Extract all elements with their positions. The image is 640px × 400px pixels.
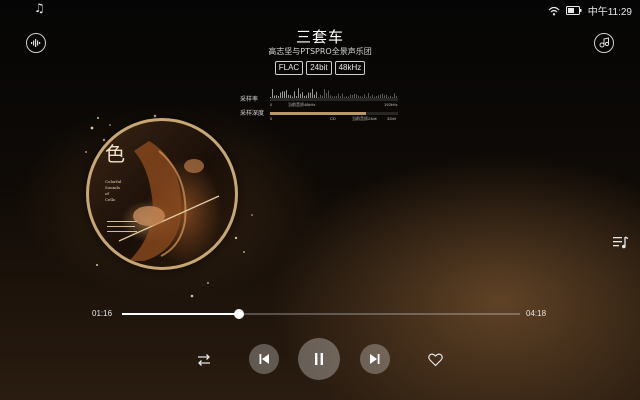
bit-depth-track xyxy=(270,112,398,115)
sample-rate-badge: 48kHz xyxy=(334,61,366,75)
sample-rate-row: 采样率 0 当前音质48kHz 192kHz xyxy=(240,88,400,107)
sample-rate-label: 采样率 xyxy=(240,97,259,103)
progress-thumb[interactable] xyxy=(234,309,245,319)
bit-depth-badge: 24bit xyxy=(306,61,332,75)
album-cover-image: 色 Colorful Sounds of Cello xyxy=(105,141,220,261)
waveform-bar xyxy=(294,91,295,98)
waveform-bar xyxy=(272,88,273,98)
bit-depth-row: 采样深度 0 CD 当前音质24bit 32bit xyxy=(240,108,400,121)
next-button[interactable] xyxy=(360,344,390,374)
audio-spec-panel: 采样率 0 当前音质48kHz 192kHz 采样深度 0 CD 当前音质24b… xyxy=(240,88,400,122)
previous-icon xyxy=(259,354,269,364)
song-title: 三套车 xyxy=(295,28,344,46)
battery-icon xyxy=(565,6,582,15)
svg-text:Sounds: Sounds xyxy=(105,185,120,190)
waveform-bar xyxy=(328,90,329,98)
waveform-bar xyxy=(298,88,299,98)
music-note-icon: ♫ xyxy=(34,1,45,15)
bit-depth-current: 当前音质24bit xyxy=(352,116,377,121)
repeat-button[interactable] xyxy=(194,350,214,370)
bit-depth-label: 采样深度 xyxy=(240,111,265,117)
format-badge: FLAC xyxy=(274,61,304,75)
sample-rate-track xyxy=(270,98,398,101)
bit-depth-min: 0 xyxy=(270,116,273,121)
waveform-bar xyxy=(286,90,287,98)
pause-button[interactable] xyxy=(298,338,340,380)
svg-text:Cello: Cello xyxy=(105,197,116,202)
waveform-bar xyxy=(324,89,325,98)
bit-depth-cd: CD xyxy=(330,116,336,121)
next-icon xyxy=(370,354,380,364)
repeat-icon xyxy=(198,354,210,366)
sample-rate-min: 0 xyxy=(270,102,273,107)
wifi-icon xyxy=(548,6,560,16)
bit-depth-max: 32bit xyxy=(387,116,396,121)
status-time: 中午11:29 xyxy=(587,7,632,18)
svg-text:of: of xyxy=(105,191,109,196)
playlist-icon[interactable] xyxy=(612,234,630,250)
status-bar: ♫ 中午11:29 xyxy=(0,0,640,18)
svg-text:色: 色 xyxy=(105,142,125,166)
sample-rate-max: 192kHz xyxy=(384,102,398,107)
current-time: 01:16 xyxy=(92,309,113,318)
format-badges: FLAC 24bit 48kHz xyxy=(0,61,640,75)
bit-depth-fill xyxy=(270,112,366,115)
total-time: 04:18 xyxy=(526,309,547,318)
waveform-bar xyxy=(284,91,285,98)
heart-icon xyxy=(427,353,443,367)
like-button[interactable] xyxy=(425,350,445,370)
album-art: 色 Colorful Sounds of Cello xyxy=(86,118,238,270)
song-artist: 高志坚与PTSPRO全景声乐团 xyxy=(268,47,372,56)
waveform-bar xyxy=(282,91,283,98)
progress-fill xyxy=(122,313,240,315)
sample-rate-waveform xyxy=(270,88,397,98)
progress-bar[interactable] xyxy=(122,309,520,319)
waveform-bar xyxy=(312,88,313,98)
previous-button[interactable] xyxy=(249,344,279,374)
pause-icon xyxy=(315,353,323,365)
svg-text:Colorful: Colorful xyxy=(105,179,122,184)
